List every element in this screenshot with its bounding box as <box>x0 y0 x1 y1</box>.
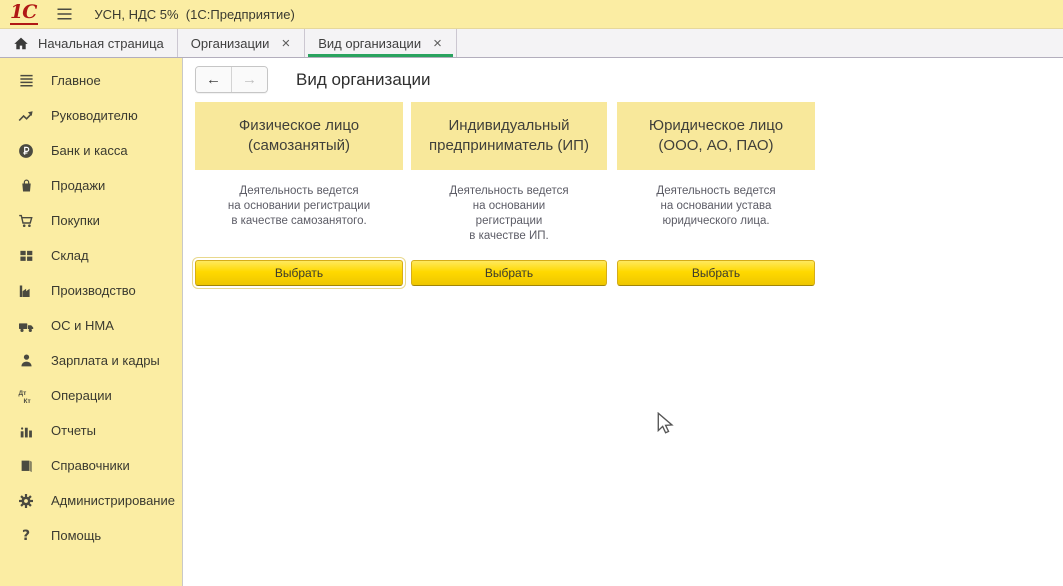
main-content: ← → Вид организации Физическое лицо (сам… <box>183 58 1063 586</box>
sidebar-item-label: Производство <box>51 283 136 298</box>
card-description: Деятельность ведется на основании регист… <box>195 170 403 260</box>
gear-icon <box>16 493 36 509</box>
back-button[interactable]: ← <box>196 67 232 92</box>
tab-label: Вид организации <box>318 36 421 51</box>
card-individual-self-employed: Физическое лицо (самозанятый) Деятельнос… <box>195 102 403 286</box>
card-title: Физическое лицо (самозанятый) <box>195 102 403 170</box>
sidebar-item-label: Склад <box>51 248 89 263</box>
home-icon <box>13 35 29 51</box>
svg-text:Дт: Дт <box>19 390 27 397</box>
close-icon[interactable]: × <box>432 36 443 51</box>
tab-label: Начальная страница <box>38 36 164 51</box>
main-menu-icon[interactable] <box>56 6 74 22</box>
window-title: УСН, НДС 5% (1С:Предприятие) <box>94 7 294 22</box>
card-legal-entity: Юридическое лицо (ООО, АО, ПАО) Деятельн… <box>617 102 815 286</box>
sidebar-item-sales[interactable]: Продажи <box>0 168 182 203</box>
sidebar-item-label: Администрирование <box>51 493 175 508</box>
sidebar-item-label: ОС и НМА <box>51 318 114 333</box>
tab-label: Организации <box>191 36 270 51</box>
select-button-self-employed[interactable]: Выбрать <box>195 260 403 286</box>
sidebar-item-help[interactable]: ? Помощь <box>0 518 182 553</box>
sidebar-item-directories[interactable]: Справочники <box>0 448 182 483</box>
sidebar-item-label: Главное <box>51 73 101 88</box>
shopping-bag-icon <box>16 178 36 194</box>
select-button-entrepreneur[interactable]: Выбрать <box>411 260 607 286</box>
person-icon <box>16 353 36 369</box>
sidebar-item-operations[interactable]: ДтКт Операции <box>0 378 182 413</box>
sidebar-item-manager[interactable]: Руководителю <box>0 98 182 133</box>
sidebar-item-label: Покупки <box>51 213 100 228</box>
page-title: Вид организации <box>296 70 431 90</box>
sidebar-item-production[interactable]: Производство <box>0 273 182 308</box>
sidebar-item-label: Помощь <box>51 528 101 543</box>
warehouse-icon <box>16 248 36 264</box>
section-sidebar: Главное Руководителю Банк и касса Продаж… <box>0 58 183 586</box>
tab-home-page[interactable]: Начальная страница <box>0 29 178 57</box>
sidebar-item-label: Зарплата и кадры <box>51 353 160 368</box>
sidebar-item-administration[interactable]: Администрирование <box>0 483 182 518</box>
close-icon[interactable]: × <box>280 36 291 51</box>
books-icon <box>16 458 36 474</box>
bar-chart-icon <box>16 423 36 439</box>
question-icon: ? <box>16 528 36 544</box>
tab-organization-type[interactable]: Вид организации × <box>305 29 457 57</box>
sidebar-item-warehouse[interactable]: Склад <box>0 238 182 273</box>
history-nav-group: ← → <box>195 66 268 93</box>
window-titlebar: 1С УСН, НДС 5% (1С:Предприятие) <box>0 0 1063 29</box>
forward-button: → <box>232 67 267 92</box>
sidebar-item-salary-hr[interactable]: Зарплата и кадры <box>0 343 182 378</box>
truck-icon <box>16 318 36 334</box>
organization-type-cards: Физическое лицо (самозанятый) Деятельнос… <box>195 102 1063 286</box>
card-title: Юридическое лицо (ООО, АО, ПАО) <box>617 102 815 170</box>
sidebar-item-label: Операции <box>51 388 112 403</box>
debit-credit-icon: ДтКт <box>16 388 36 404</box>
card-description: Деятельность ведется на основании регист… <box>411 170 607 260</box>
sidebar-item-main[interactable]: Главное <box>0 63 182 98</box>
card-individual-entrepreneur: Индивидуальный предприниматель (ИП) Деят… <box>411 102 607 286</box>
sidebar-item-bank-cash[interactable]: Банк и касса <box>0 133 182 168</box>
factory-icon <box>16 283 36 299</box>
sidebar-item-label: Продажи <box>51 178 105 193</box>
card-title: Индивидуальный предприниматель (ИП) <box>411 102 607 170</box>
sidebar-item-label: Банк и касса <box>51 143 128 158</box>
shopping-cart-icon <box>16 213 36 229</box>
ruble-circle-icon <box>16 143 36 159</box>
trend-up-icon <box>16 108 36 124</box>
sidebar-item-os-nma[interactable]: ОС и НМА <box>0 308 182 343</box>
menu-lines-icon <box>16 73 36 89</box>
sidebar-item-label: Руководителю <box>51 108 138 123</box>
tab-bar: Начальная страница Организации × Вид орг… <box>0 29 1063 58</box>
sidebar-item-label: Справочники <box>51 458 130 473</box>
sidebar-item-reports[interactable]: Отчеты <box>0 413 182 448</box>
tab-organizations[interactable]: Организации × <box>178 29 305 57</box>
sidebar-item-purchases[interactable]: Покупки <box>0 203 182 238</box>
sidebar-item-label: Отчеты <box>51 423 96 438</box>
svg-text:Кт: Кт <box>24 398 31 404</box>
1c-logo-icon: 1С <box>10 3 38 25</box>
select-button-legal-entity[interactable]: Выбрать <box>617 260 815 286</box>
card-description: Деятельность ведется на основании устава… <box>617 170 815 260</box>
